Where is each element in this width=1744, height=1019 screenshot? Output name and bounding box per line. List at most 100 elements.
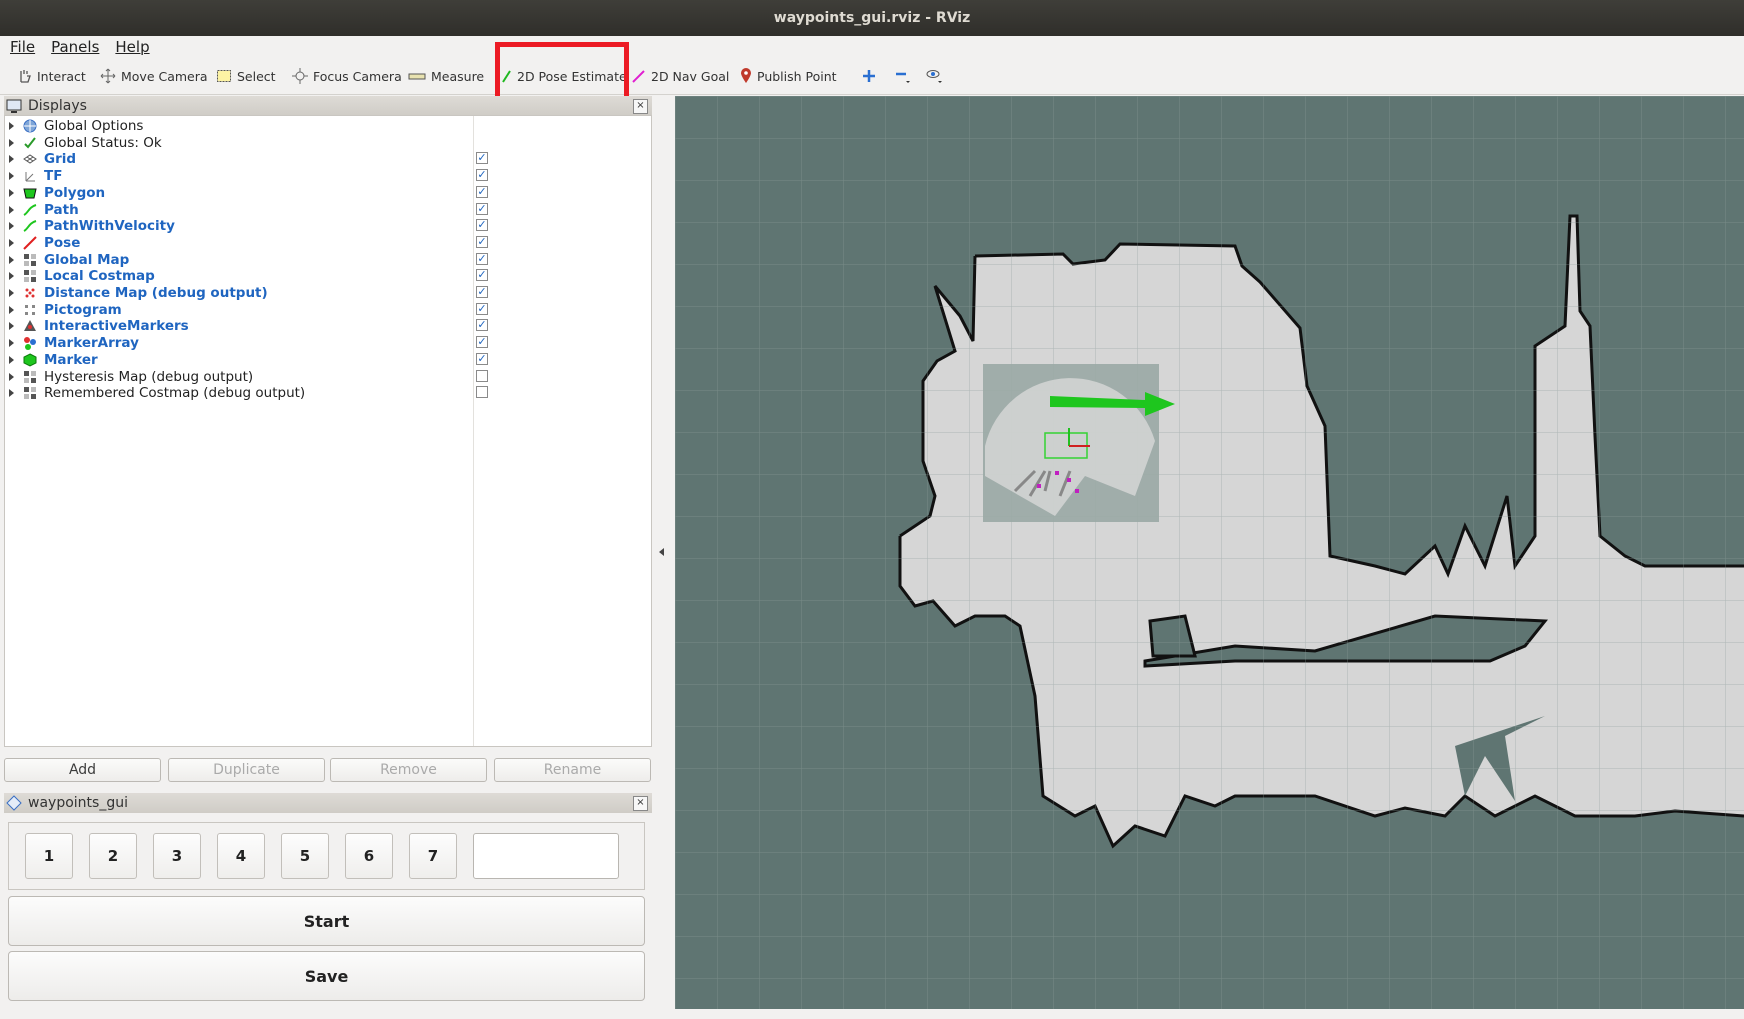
display-item[interactable]: Hysteresis Map (debug output) bbox=[5, 368, 651, 386]
display-enabled-checkbox[interactable]: ✓ bbox=[476, 269, 488, 282]
interact-tool[interactable]: Interact bbox=[16, 66, 86, 86]
waypoint-button-6[interactable]: 6 bbox=[345, 833, 393, 879]
display-item[interactable]: TF ✓ bbox=[5, 167, 651, 185]
expand-arrow-icon[interactable] bbox=[9, 322, 14, 331]
distance-map-icon bbox=[22, 285, 38, 301]
display-item[interactable]: Pictogram ✓ bbox=[5, 301, 651, 319]
save-button[interactable]: Save bbox=[8, 951, 645, 1001]
waypoint-button-4[interactable]: 4 bbox=[217, 833, 265, 879]
displays-panel-header: Displays × bbox=[4, 96, 652, 116]
display-item[interactable]: Global Options bbox=[5, 117, 651, 135]
waypoints-close-button[interactable]: × bbox=[633, 796, 648, 811]
display-enabled-checkbox[interactable]: ✓ bbox=[476, 185, 488, 198]
expand-arrow-icon[interactable] bbox=[9, 372, 14, 381]
splitter-handle[interactable] bbox=[659, 548, 664, 556]
display-item[interactable]: Pose ✓ bbox=[5, 234, 651, 252]
expand-arrow-icon[interactable] bbox=[9, 339, 14, 348]
menu-help[interactable]: Help bbox=[115, 38, 149, 56]
marker-array-icon bbox=[22, 335, 38, 351]
display-item[interactable]: Marker ✓ bbox=[5, 351, 651, 369]
move-camera-icon bbox=[100, 68, 116, 84]
display-item[interactable]: Remembered Costmap (debug output) bbox=[5, 384, 651, 402]
display-enabled-checkbox[interactable]: ✓ bbox=[476, 319, 488, 332]
rviz-3d-viewport[interactable] bbox=[675, 96, 1744, 1009]
display-item-label: Global Map bbox=[44, 251, 130, 268]
display-item[interactable]: Grid ✓ bbox=[5, 150, 651, 168]
expand-arrow-icon[interactable] bbox=[9, 255, 14, 264]
view-tool-button[interactable] bbox=[926, 66, 944, 86]
measure-tool[interactable]: Measure bbox=[408, 66, 484, 86]
expand-arrow-icon[interactable] bbox=[9, 305, 14, 314]
display-item[interactable]: MarkerArray ✓ bbox=[5, 334, 651, 352]
waypoint-button-5[interactable]: 5 bbox=[281, 833, 329, 879]
add-display-button[interactable]: Add bbox=[4, 758, 161, 782]
rename-display-button[interactable]: Rename bbox=[494, 758, 651, 782]
focus-camera-tool[interactable]: Focus Camera bbox=[292, 66, 402, 86]
display-item[interactable]: InteractiveMarkers ✓ bbox=[5, 317, 651, 335]
select-tool[interactable]: Select bbox=[216, 66, 276, 86]
nav-goal-icon bbox=[632, 70, 645, 83]
expand-arrow-icon[interactable] bbox=[9, 355, 14, 364]
remove-display-button[interactable]: Remove bbox=[330, 758, 487, 782]
tf-icon bbox=[22, 168, 38, 184]
display-item-label: Marker bbox=[44, 351, 98, 368]
menu-panels[interactable]: Panels bbox=[51, 38, 99, 56]
display-item[interactable]: Distance Map (debug output) ✓ bbox=[5, 284, 651, 302]
publish-point-tool[interactable]: Publish Point bbox=[740, 66, 837, 86]
displays-button-row: Add Duplicate Remove Rename bbox=[4, 758, 652, 782]
marker-icon bbox=[22, 352, 38, 368]
waypoint-button-2[interactable]: 2 bbox=[89, 833, 137, 879]
display-item[interactable]: Polygon ✓ bbox=[5, 184, 651, 202]
nav-goal-tool[interactable]: 2D Nav Goal bbox=[632, 66, 729, 86]
display-enabled-checkbox[interactable]: ✓ bbox=[476, 336, 488, 349]
hand-icon bbox=[20, 70, 31, 83]
waypoint-button-7[interactable]: 7 bbox=[409, 833, 457, 879]
expand-arrow-icon[interactable] bbox=[9, 138, 14, 147]
waypoint-button-1[interactable]: 1 bbox=[25, 833, 73, 879]
waypoint-button-3[interactable]: 3 bbox=[153, 833, 201, 879]
map-render bbox=[675, 96, 1744, 1009]
add-tool-button[interactable] bbox=[862, 66, 876, 86]
display-enabled-checkbox[interactable]: ✓ bbox=[476, 302, 488, 315]
display-enabled-checkbox[interactable]: ✓ bbox=[476, 252, 488, 265]
duplicate-display-button[interactable]: Duplicate bbox=[168, 758, 325, 782]
waypoint-input[interactable] bbox=[473, 833, 619, 879]
display-enabled-checkbox[interactable] bbox=[476, 386, 488, 399]
expand-arrow-icon[interactable] bbox=[9, 238, 14, 247]
display-item[interactable]: PathWithVelocity ✓ bbox=[5, 217, 651, 235]
display-item-label: Global Options bbox=[44, 118, 144, 134]
display-item-label: Polygon bbox=[44, 184, 106, 201]
pose-icon bbox=[22, 235, 38, 251]
expand-arrow-icon[interactable] bbox=[9, 272, 14, 281]
start-button[interactable]: Start bbox=[8, 896, 645, 946]
display-enabled-checkbox[interactable]: ✓ bbox=[476, 202, 488, 215]
display-enabled-checkbox[interactable]: ✓ bbox=[476, 352, 488, 365]
menubar: File Panels Help bbox=[0, 36, 1744, 58]
expand-arrow-icon[interactable] bbox=[9, 155, 14, 164]
display-item-label: Remembered Costmap (debug output) bbox=[44, 385, 306, 402]
expand-arrow-icon[interactable] bbox=[9, 389, 14, 398]
display-enabled-checkbox[interactable]: ✓ bbox=[476, 152, 488, 165]
toolbar: Interact Move Camera Select Focus Camera… bbox=[0, 58, 1744, 95]
map-pin-icon bbox=[741, 68, 751, 83]
map-icon bbox=[22, 385, 38, 401]
display-item[interactable]: Global Status: Ok bbox=[5, 134, 651, 152]
display-enabled-checkbox[interactable]: ✓ bbox=[476, 169, 488, 182]
expand-arrow-icon[interactable] bbox=[9, 188, 14, 197]
expand-arrow-icon[interactable] bbox=[9, 205, 14, 214]
display-item[interactable]: Global Map ✓ bbox=[5, 251, 651, 269]
display-enabled-checkbox[interactable]: ✓ bbox=[476, 286, 488, 298]
expand-arrow-icon[interactable] bbox=[9, 222, 14, 231]
expand-arrow-icon[interactable] bbox=[9, 289, 14, 297]
display-enabled-checkbox[interactable]: ✓ bbox=[476, 235, 488, 248]
display-item[interactable]: Path ✓ bbox=[5, 201, 651, 219]
display-enabled-checkbox[interactable] bbox=[476, 369, 488, 382]
expand-arrow-icon[interactable] bbox=[9, 122, 14, 130]
move-camera-tool[interactable]: Move Camera bbox=[100, 66, 208, 86]
menu-file[interactable]: File bbox=[10, 38, 35, 56]
expand-arrow-icon[interactable] bbox=[9, 172, 14, 181]
display-enabled-checkbox[interactable]: ✓ bbox=[476, 219, 488, 232]
display-item[interactable]: Local Costmap ✓ bbox=[5, 267, 651, 285]
remove-tool-button[interactable] bbox=[894, 66, 912, 86]
displays-close-button[interactable]: × bbox=[633, 99, 648, 114]
